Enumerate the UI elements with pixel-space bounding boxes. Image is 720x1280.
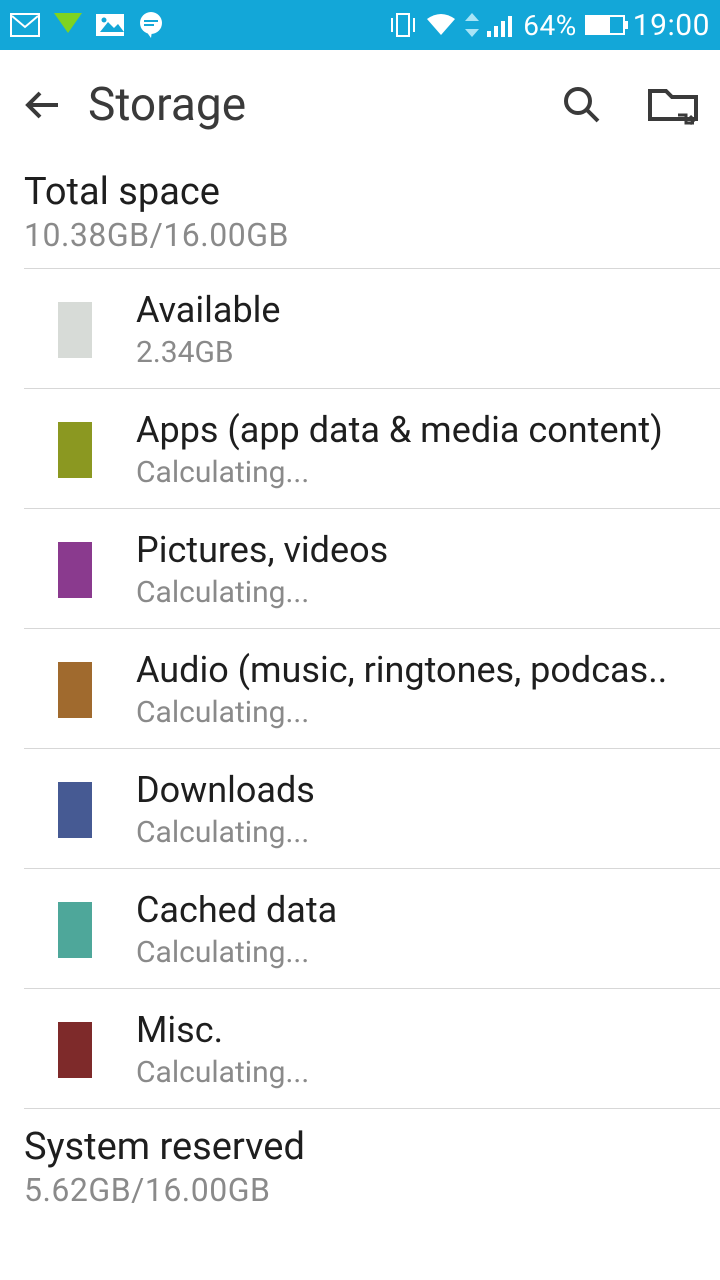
mail-icon (10, 13, 40, 37)
search-icon[interactable] (560, 83, 604, 127)
system-reserved-value: 5.62GB/16.00GB (24, 1171, 696, 1209)
color-swatch (58, 662, 92, 718)
row-title: Misc. (136, 1009, 309, 1051)
send-icon (54, 13, 82, 37)
storage-row-misc[interactable]: Misc. Calculating... (0, 989, 720, 1108)
storage-row-apps[interactable]: Apps (app data & media content) Calculati… (0, 389, 720, 508)
row-subtitle: 2.34GB (136, 335, 281, 370)
app-bar: Storage (0, 50, 720, 160)
color-swatch (58, 302, 92, 358)
back-icon[interactable] (22, 85, 62, 125)
vibrate-icon (389, 12, 417, 38)
battery-percent: 64% (523, 9, 576, 42)
row-subtitle: Calculating... (136, 1055, 309, 1090)
row-title: Pictures, videos (136, 529, 388, 571)
battery-icon (585, 15, 625, 35)
row-title: Audio (music, ringtones, podcas.. (136, 649, 667, 691)
color-swatch (58, 1022, 92, 1078)
storage-row-available[interactable]: Available 2.34GB (0, 269, 720, 388)
wifi-icon (425, 13, 457, 37)
color-swatch (58, 422, 92, 478)
color-swatch (58, 542, 92, 598)
row-subtitle: Calculating... (136, 815, 315, 850)
storage-row-audio[interactable]: Audio (music, ringtones, podcas.. Calcula… (0, 629, 720, 748)
total-space-label: Total space (24, 170, 696, 214)
row-title: Downloads (136, 769, 315, 811)
total-space-header: Total space 10.38GB/16.00GB (0, 160, 720, 268)
photo-icon (96, 14, 124, 36)
row-title: Cached data (136, 889, 337, 931)
data-icon (465, 13, 479, 37)
storage-row-pictures[interactable]: Pictures, videos Calculating... (0, 509, 720, 628)
storage-row-cached[interactable]: Cached data Calculating... (0, 869, 720, 988)
row-subtitle: Calculating... (136, 575, 388, 610)
status-bar: 64% 19:00 (0, 0, 720, 50)
system-reserved-label: System reserved (24, 1125, 696, 1169)
chat-icon (138, 12, 164, 38)
row-title: Available (136, 289, 281, 331)
status-right: 64% 19:00 (389, 8, 710, 43)
status-left-icons (10, 12, 164, 38)
storage-row-downloads[interactable]: Downloads Calculating... (0, 749, 720, 868)
row-subtitle: Calculating... (136, 695, 667, 730)
system-reserved-header: System reserved 5.62GB/16.00GB (0, 1109, 720, 1213)
usb-folder-icon[interactable] (648, 85, 698, 125)
page-title: Storage (88, 78, 534, 132)
row-subtitle: Calculating... (136, 455, 663, 490)
row-subtitle: Calculating... (136, 935, 337, 970)
color-swatch (58, 902, 92, 958)
clock: 19:00 (633, 8, 710, 43)
signal-icon (487, 13, 515, 37)
color-swatch (58, 782, 92, 838)
row-title: Apps (app data & media content) (136, 409, 663, 451)
total-space-value: 10.38GB/16.00GB (24, 216, 696, 254)
